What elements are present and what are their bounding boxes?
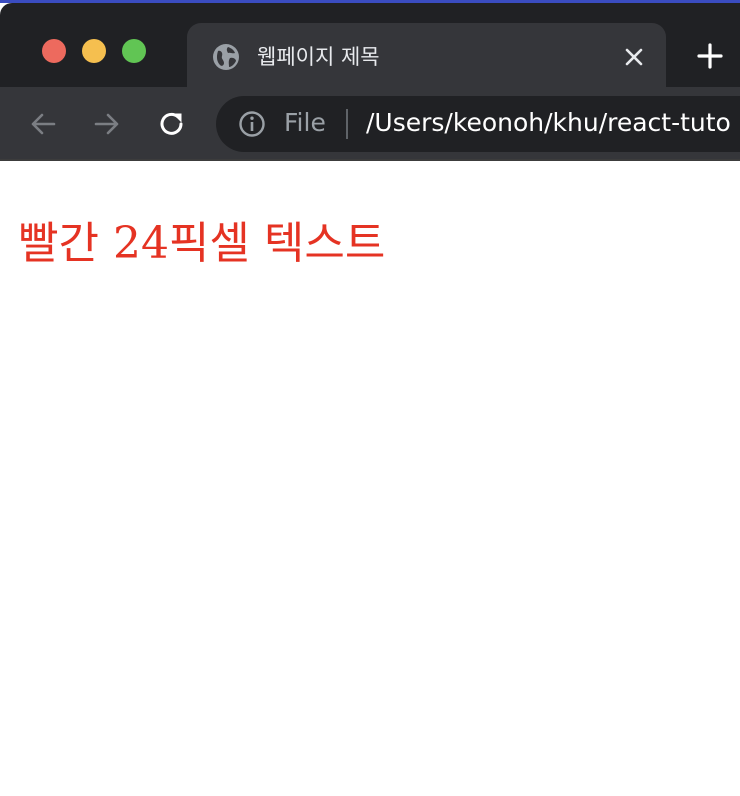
reload-icon[interactable] [157, 109, 187, 139]
browser-toolbar: File /Users/keonoh/khu/react-tuto [0, 87, 740, 159]
plus-icon[interactable] [695, 41, 725, 71]
title-bar: 웹페이지 제목 [0, 3, 740, 90]
tab-active[interactable]: 웹페이지 제목 [187, 23, 666, 90]
red-text: 빨간 24픽셀 텍스트 [18, 218, 386, 269]
tab-title: 웹페이지 제목 [257, 45, 380, 69]
page-content: 빨간 24픽셀 텍스트 [0, 161, 740, 796]
zoom-window-button[interactable] [122, 39, 146, 63]
url-text[interactable]: /Users/keonoh/khu/react-tuto [366, 108, 731, 137]
address-bar-divider [346, 109, 348, 139]
globe-icon [212, 43, 240, 71]
url-scheme-label: File [284, 108, 326, 137]
info-icon[interactable] [238, 110, 266, 138]
close-icon[interactable] [621, 44, 647, 70]
close-window-button[interactable] [42, 39, 66, 63]
arrow-left-icon[interactable] [28, 109, 58, 139]
address-bar[interactable]: File /Users/keonoh/khu/react-tuto [216, 96, 740, 152]
browser-window: 웹페이지 제목 File /Users/keonoh/khu/react-tut… [0, 0, 740, 796]
minimize-window-button[interactable] [82, 39, 106, 63]
arrow-right-icon[interactable] [92, 109, 122, 139]
